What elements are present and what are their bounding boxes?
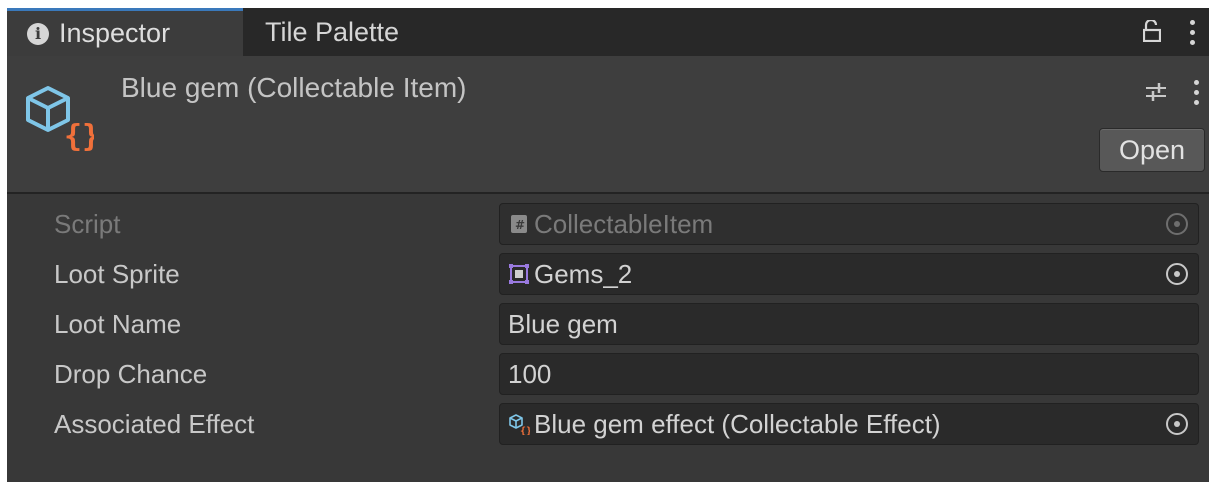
open-button[interactable]: Open bbox=[1099, 128, 1205, 172]
property-row-loot-name: Loot Name Blue gem bbox=[7, 303, 1209, 347]
drop-chance-input[interactable]: 100 bbox=[499, 353, 1199, 395]
svg-text:{}: {} bbox=[64, 119, 94, 152]
tab-tile-palette[interactable]: Tile Palette bbox=[265, 8, 399, 56]
property-label: Associated Effect bbox=[54, 409, 255, 439]
property-value: CollectableItem bbox=[534, 208, 714, 239]
property-value: 100 bbox=[508, 358, 552, 389]
property-label: Drop Chance bbox=[54, 359, 208, 389]
tab-inspector-label: Inspector bbox=[59, 18, 171, 48]
property-label: Loot Sprite bbox=[54, 259, 180, 289]
property-value: Gems_2 bbox=[534, 258, 633, 289]
loot-name-input[interactable]: Blue gem bbox=[499, 303, 1199, 345]
associated-effect-field[interactable]: {} Blue gem effect (Collectable Effect) bbox=[499, 403, 1199, 445]
tab-bar: i Inspector Tile Palette bbox=[7, 8, 1209, 56]
lock-icon[interactable] bbox=[1142, 18, 1162, 47]
property-label: Script bbox=[54, 209, 121, 239]
scriptable-object-icon: {} bbox=[508, 413, 530, 435]
component-menu-icon[interactable] bbox=[1194, 80, 1199, 105]
property-row-loot-sprite: Loot Sprite Gems_2 bbox=[7, 253, 1209, 297]
script-field: # CollectableItem bbox=[499, 203, 1199, 245]
script-icon: # bbox=[508, 213, 530, 235]
object-picker-icon[interactable] bbox=[1166, 413, 1188, 435]
object-title: Blue gem (Collectable Item) bbox=[121, 72, 467, 103]
svg-text:{}: {} bbox=[520, 426, 530, 435]
property-row-script: Script # CollectableItem bbox=[7, 203, 1209, 247]
info-icon: i bbox=[27, 22, 49, 45]
sprite-icon bbox=[508, 263, 530, 285]
tab-menu-icon[interactable] bbox=[1190, 20, 1195, 45]
property-row-drop-chance: Drop Chance 100 bbox=[7, 353, 1209, 397]
property-row-associated-effect: Associated Effect {} Blue gem effect (Co… bbox=[7, 403, 1209, 447]
property-value: Blue gem bbox=[508, 308, 618, 339]
inspector-window: i Inspector Tile Palette {} Blue gem (Co… bbox=[7, 8, 1209, 482]
scriptable-object-icon: {} bbox=[24, 82, 100, 157]
presets-icon[interactable] bbox=[1145, 81, 1167, 108]
object-header: {} Blue gem (Collectable Item) Open bbox=[7, 56, 1209, 194]
object-picker-icon[interactable] bbox=[1166, 263, 1188, 285]
property-value: Blue gem effect (Collectable Effect) bbox=[534, 408, 941, 439]
tab-tile-palette-label: Tile Palette bbox=[265, 16, 400, 47]
object-picker-icon bbox=[1166, 213, 1188, 235]
tab-inspector[interactable]: i Inspector bbox=[7, 8, 243, 56]
property-label: Loot Name bbox=[54, 309, 182, 339]
svg-text:#: # bbox=[515, 218, 525, 232]
loot-sprite-field[interactable]: Gems_2 bbox=[499, 253, 1199, 295]
